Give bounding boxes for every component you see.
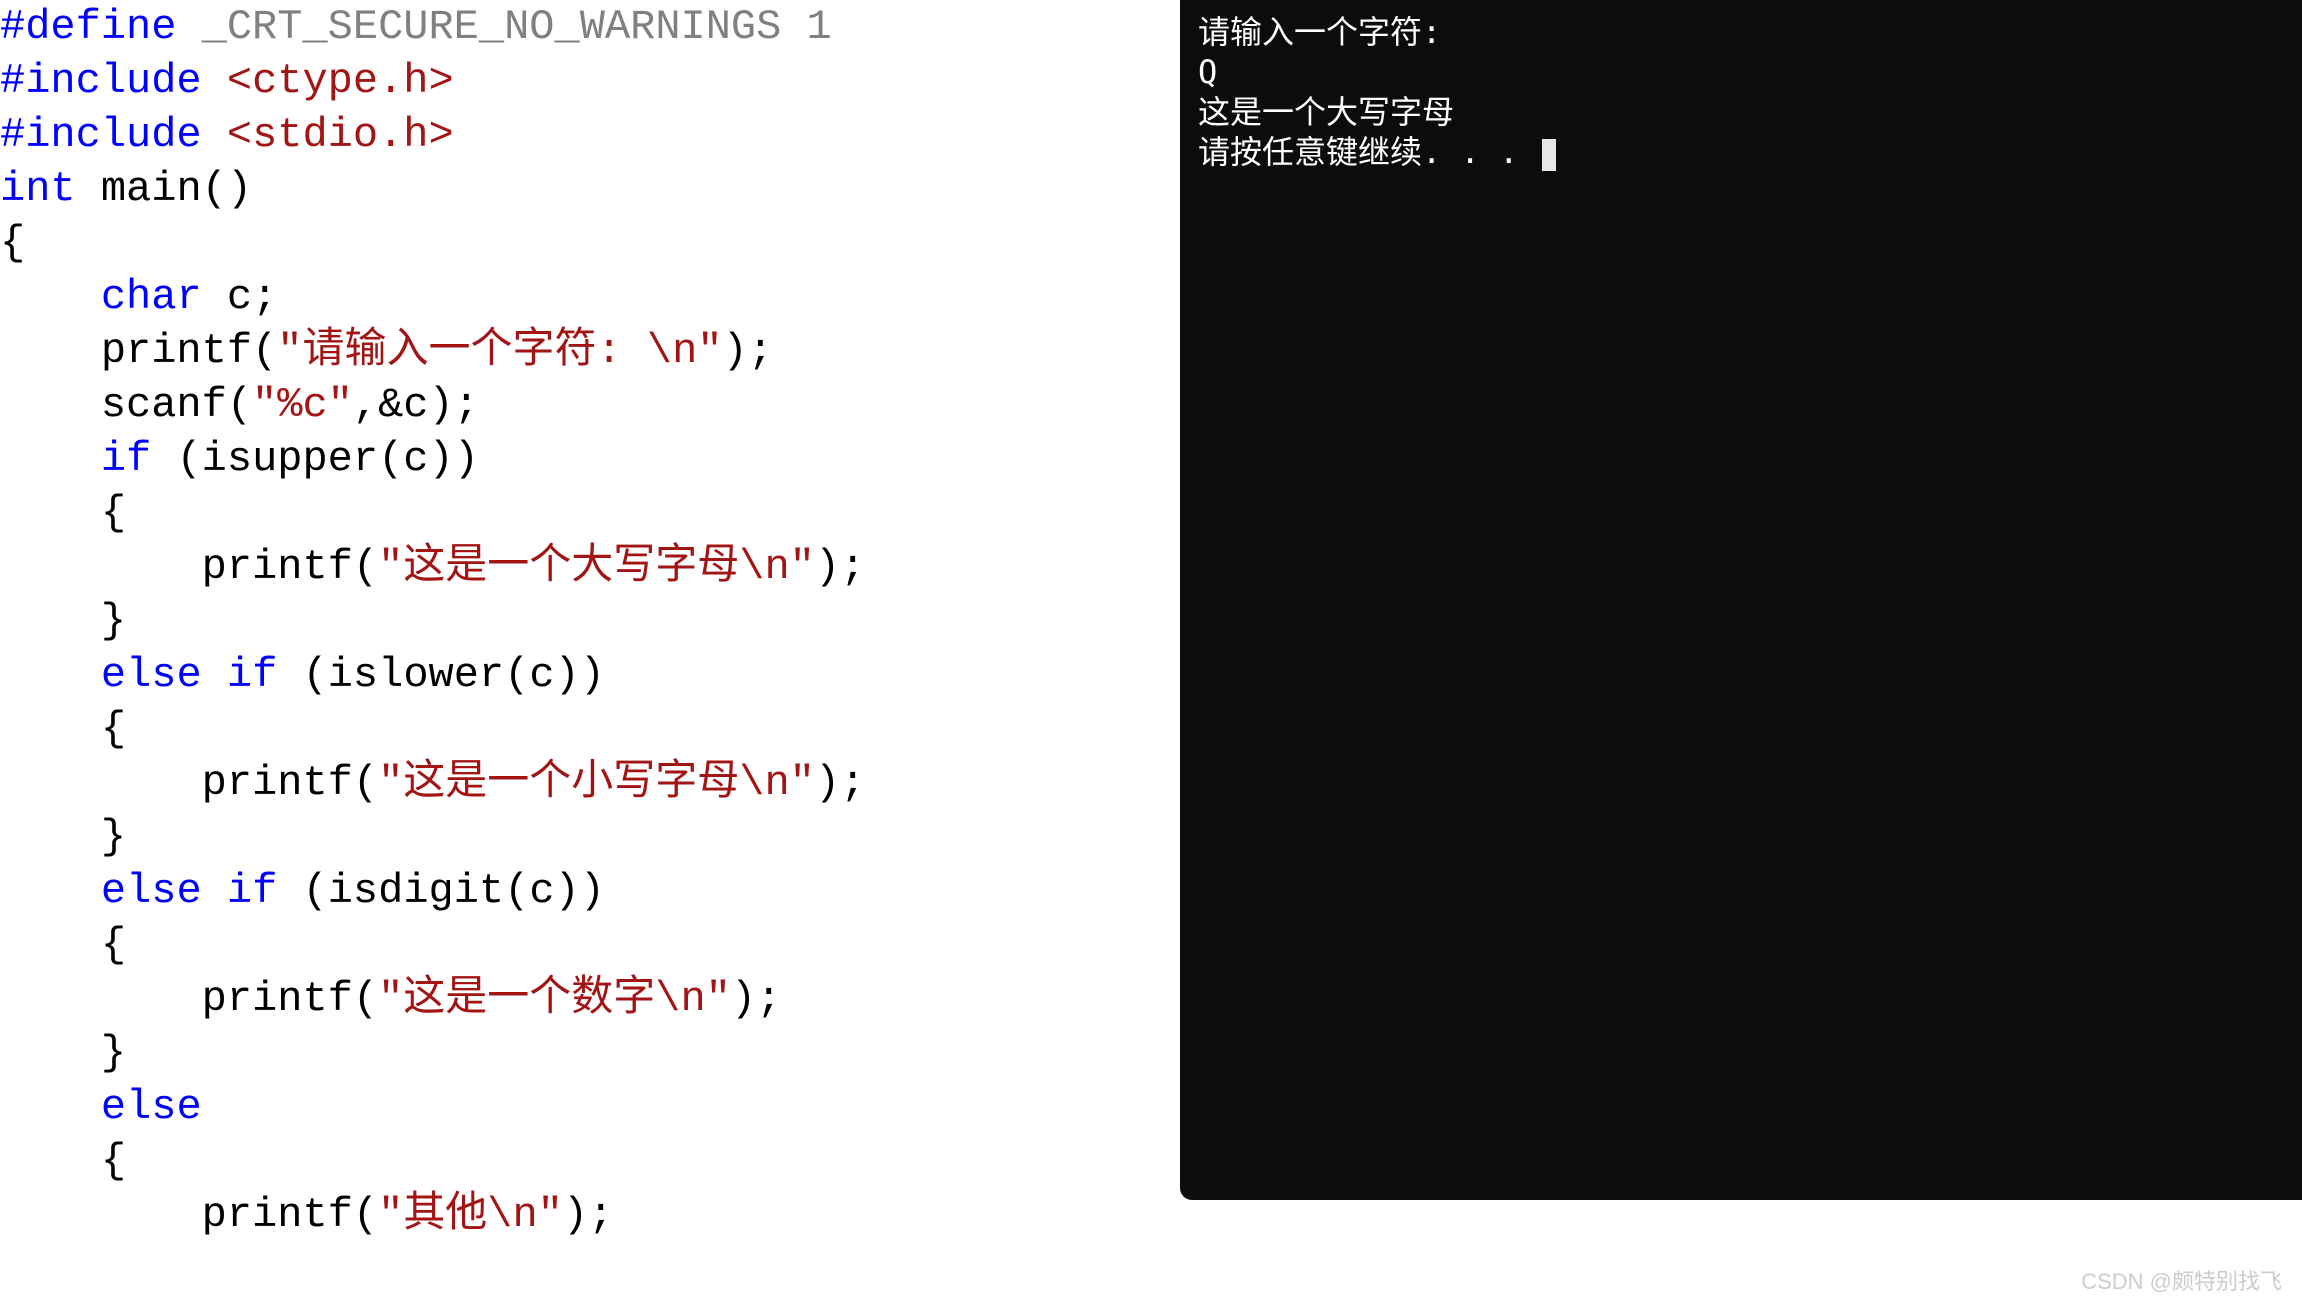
code-line: #include <ctype.h> — [0, 54, 1180, 108]
cursor-icon — [1542, 139, 1556, 171]
code-line: { — [0, 918, 1180, 972]
code-token: main() — [76, 165, 252, 213]
code-token: "其他\n" — [378, 1191, 563, 1239]
code-token: printf( — [0, 1191, 378, 1239]
code-token: } — [0, 1029, 126, 1077]
console-line: 这是一个大写字母 — [1198, 92, 2284, 132]
code-token: if — [227, 651, 277, 699]
code-line: scanf("%c",&c); — [0, 378, 1180, 432]
code-token: ); — [563, 1191, 613, 1239]
code-line: else if (islower(c)) — [0, 648, 1180, 702]
code-token — [0, 435, 101, 483]
code-token: } — [0, 597, 126, 645]
console-line: Q — [1198, 52, 2284, 92]
code-token: (isdigit(c)) — [277, 867, 605, 915]
console-line: 请输入一个字符: — [1198, 12, 2284, 52]
code-token: else — [101, 867, 202, 915]
code-token: ); — [815, 759, 865, 807]
code-line: { — [0, 486, 1180, 540]
code-token: int — [0, 165, 76, 213]
code-token: #include — [0, 111, 202, 159]
code-token: { — [0, 219, 25, 267]
code-line: } — [0, 810, 1180, 864]
code-line: printf("其他\n"); — [0, 1188, 1180, 1242]
code-line: printf("请输入一个字符: \n"); — [0, 324, 1180, 378]
code-token: <stdio.h> — [227, 111, 454, 159]
code-line: #define _CRT_SECURE_NO_WARNINGS 1 — [0, 0, 1180, 54]
code-token — [202, 111, 227, 159]
code-line: } — [0, 1026, 1180, 1080]
console-output-pane[interactable]: 请输入一个字符:Q这是一个大写字母请按任意键继续. . . — [1180, 0, 2302, 1200]
code-token — [202, 57, 227, 105]
code-line: char c; — [0, 270, 1180, 324]
code-token — [0, 651, 101, 699]
code-token: printf( — [0, 327, 277, 375]
code-line: else if (isdigit(c)) — [0, 864, 1180, 918]
code-token: #define — [0, 3, 176, 51]
code-token — [0, 1083, 101, 1131]
code-token: "%c" — [252, 381, 353, 429]
code-line: } — [0, 594, 1180, 648]
code-token: { — [0, 489, 126, 537]
code-token: char — [101, 273, 202, 321]
code-token: { — [0, 921, 126, 969]
code-token: "这是一个数字\n" — [378, 975, 731, 1023]
code-token: { — [0, 705, 126, 753]
code-token: { — [0, 1137, 126, 1185]
code-token: printf( — [0, 975, 378, 1023]
code-token: _CRT_SECURE_NO_WARNINGS 1 — [176, 3, 831, 51]
code-line: printf("这是一个小写字母\n"); — [0, 756, 1180, 810]
code-token: "这是一个小写字母\n" — [378, 759, 815, 807]
code-token: else — [101, 1083, 202, 1131]
code-token: ); — [731, 975, 781, 1023]
code-token: (islower(c)) — [277, 651, 605, 699]
code-editor-pane[interactable]: #define _CRT_SECURE_NO_WARNINGS 1#includ… — [0, 0, 1180, 1302]
code-token — [202, 867, 227, 915]
code-token: if — [227, 867, 277, 915]
code-token: ,&c); — [353, 381, 479, 429]
code-token: c; — [202, 273, 278, 321]
code-token: "这是一个大写字母\n" — [378, 543, 815, 591]
console-line: 请按任意键继续. . . — [1198, 132, 2284, 172]
code-line: if (isupper(c)) — [0, 432, 1180, 486]
code-line: printf("这是一个数字\n"); — [0, 972, 1180, 1026]
code-line: #include <stdio.h> — [0, 108, 1180, 162]
code-token — [0, 867, 101, 915]
code-token: printf( — [0, 543, 378, 591]
code-line: { — [0, 1134, 1180, 1188]
watermark-text: CSDN @颇特别找飞 — [2081, 1264, 2282, 1296]
code-token: printf( — [0, 759, 378, 807]
code-token: else — [101, 651, 202, 699]
code-token: scanf( — [0, 381, 252, 429]
code-token: #include — [0, 57, 202, 105]
code-line: else — [0, 1080, 1180, 1134]
code-token: (isupper(c)) — [151, 435, 479, 483]
code-token: if — [101, 435, 151, 483]
code-token: <ctype.h> — [227, 57, 454, 105]
code-line: { — [0, 216, 1180, 270]
code-line: { — [0, 702, 1180, 756]
code-token — [0, 273, 101, 321]
code-token: "请输入一个字符: \n" — [277, 327, 722, 375]
code-token: ); — [722, 327, 772, 375]
code-token: } — [0, 813, 126, 861]
code-token: ); — [815, 543, 865, 591]
code-line: printf("这是一个大写字母\n"); — [0, 540, 1180, 594]
code-token — [202, 651, 227, 699]
code-line: int main() — [0, 162, 1180, 216]
